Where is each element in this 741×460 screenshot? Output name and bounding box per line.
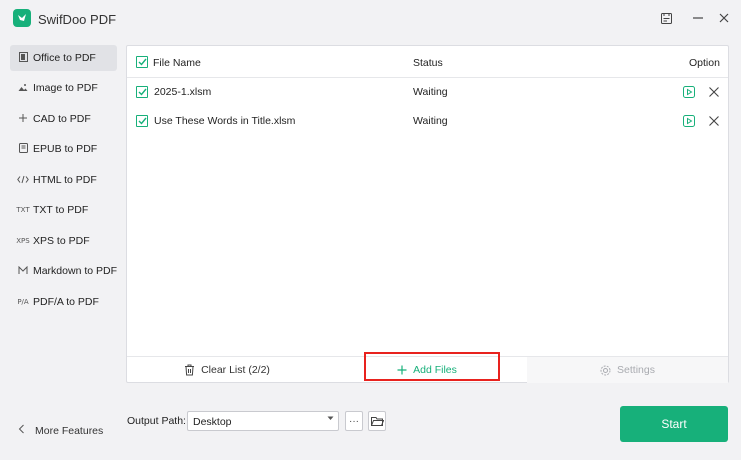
sidebar-item-cad-to-pdf[interactable]: CAD to PDF	[10, 106, 117, 132]
clear-list-button[interactable]: Clear List (2/2)	[127, 357, 327, 383]
sidebar-item-txt-to-pdf[interactable]: TXT TXT to PDF	[10, 197, 117, 223]
xps-icon: XPS	[16, 237, 30, 245]
sidebar-item-office-to-pdf[interactable]: Office to PDF	[10, 45, 117, 71]
sidebar-item-pdfa-to-pdf[interactable]: P/A PDF/A to PDF	[10, 289, 117, 315]
ellipsis-icon: ···	[349, 415, 359, 427]
plus-icon	[397, 365, 407, 375]
gear-icon	[600, 365, 611, 376]
sidebar-item-markdown-to-pdf[interactable]: Markdown to PDF	[10, 258, 117, 284]
more-features-link[interactable]: More Features	[18, 424, 103, 437]
title-bar: SwifDoo PDF	[0, 0, 741, 38]
list-action-bar: Clear List (2/2) Add Files Settings	[127, 356, 728, 383]
sidebar-item-image-to-pdf[interactable]: Image to PDF	[10, 75, 117, 101]
file-name-header: File Name	[153, 57, 201, 69]
txt-icon: TXT	[16, 206, 30, 214]
app-title: SwifDoo PDF	[38, 12, 117, 27]
app-logo	[13, 9, 31, 27]
html-icon	[16, 175, 30, 186]
add-files-button[interactable]: Add Files	[327, 357, 527, 383]
select-all-checkbox[interactable]	[136, 56, 148, 68]
table-row: Use These Words in Title.xlsm Waiting	[127, 107, 728, 136]
image-icon	[16, 83, 30, 94]
history-icon[interactable]	[658, 10, 674, 26]
chevron-left-icon	[18, 424, 25, 437]
close-window-icon[interactable]	[716, 10, 732, 26]
file-name-cell: Use These Words in Title.xlsm	[154, 115, 296, 127]
sidebar: Office to PDF Image to PDF CAD to PDF EP…	[0, 38, 126, 460]
markdown-icon	[16, 265, 30, 277]
output-path-select[interactable]: Desktop	[187, 411, 339, 431]
browse-folder-button[interactable]	[368, 411, 386, 431]
office-icon	[16, 52, 30, 64]
file-list-panel: File Name Status Option 2025-1.xlsm Wait…	[126, 45, 729, 383]
more-options-button[interactable]: ···	[345, 411, 363, 431]
settings-button[interactable]: Settings	[527, 357, 728, 383]
status-cell: Waiting	[413, 86, 448, 98]
row-checkbox[interactable]	[136, 86, 148, 98]
epub-icon	[16, 143, 30, 155]
remove-file-icon[interactable]	[708, 115, 720, 127]
open-file-icon[interactable]	[683, 86, 695, 98]
trash-icon	[184, 364, 195, 376]
table-header: File Name Status Option	[127, 46, 728, 78]
sidebar-item-epub-to-pdf[interactable]: EPUB to PDF	[10, 136, 117, 162]
status-cell: Waiting	[413, 115, 448, 127]
minimize-icon[interactable]	[690, 10, 706, 26]
start-button[interactable]: Start	[620, 406, 728, 442]
folder-icon	[370, 416, 384, 427]
status-header: Status	[413, 57, 443, 69]
table-row: 2025-1.xlsm Waiting	[127, 78, 728, 107]
open-file-icon[interactable]	[683, 115, 695, 127]
file-name-cell: 2025-1.xlsm	[154, 86, 212, 98]
cad-icon	[16, 113, 30, 125]
dropdown-caret-icon	[327, 416, 334, 423]
sidebar-item-xps-to-pdf[interactable]: XPS XPS to PDF	[10, 228, 117, 254]
row-checkbox[interactable]	[136, 115, 148, 127]
pdfa-icon: P/A	[17, 298, 29, 306]
remove-file-icon[interactable]	[708, 86, 720, 98]
sidebar-item-html-to-pdf[interactable]: HTML to PDF	[10, 167, 117, 193]
option-header: Option	[689, 57, 720, 69]
output-path-label: Output Path:	[127, 415, 186, 427]
